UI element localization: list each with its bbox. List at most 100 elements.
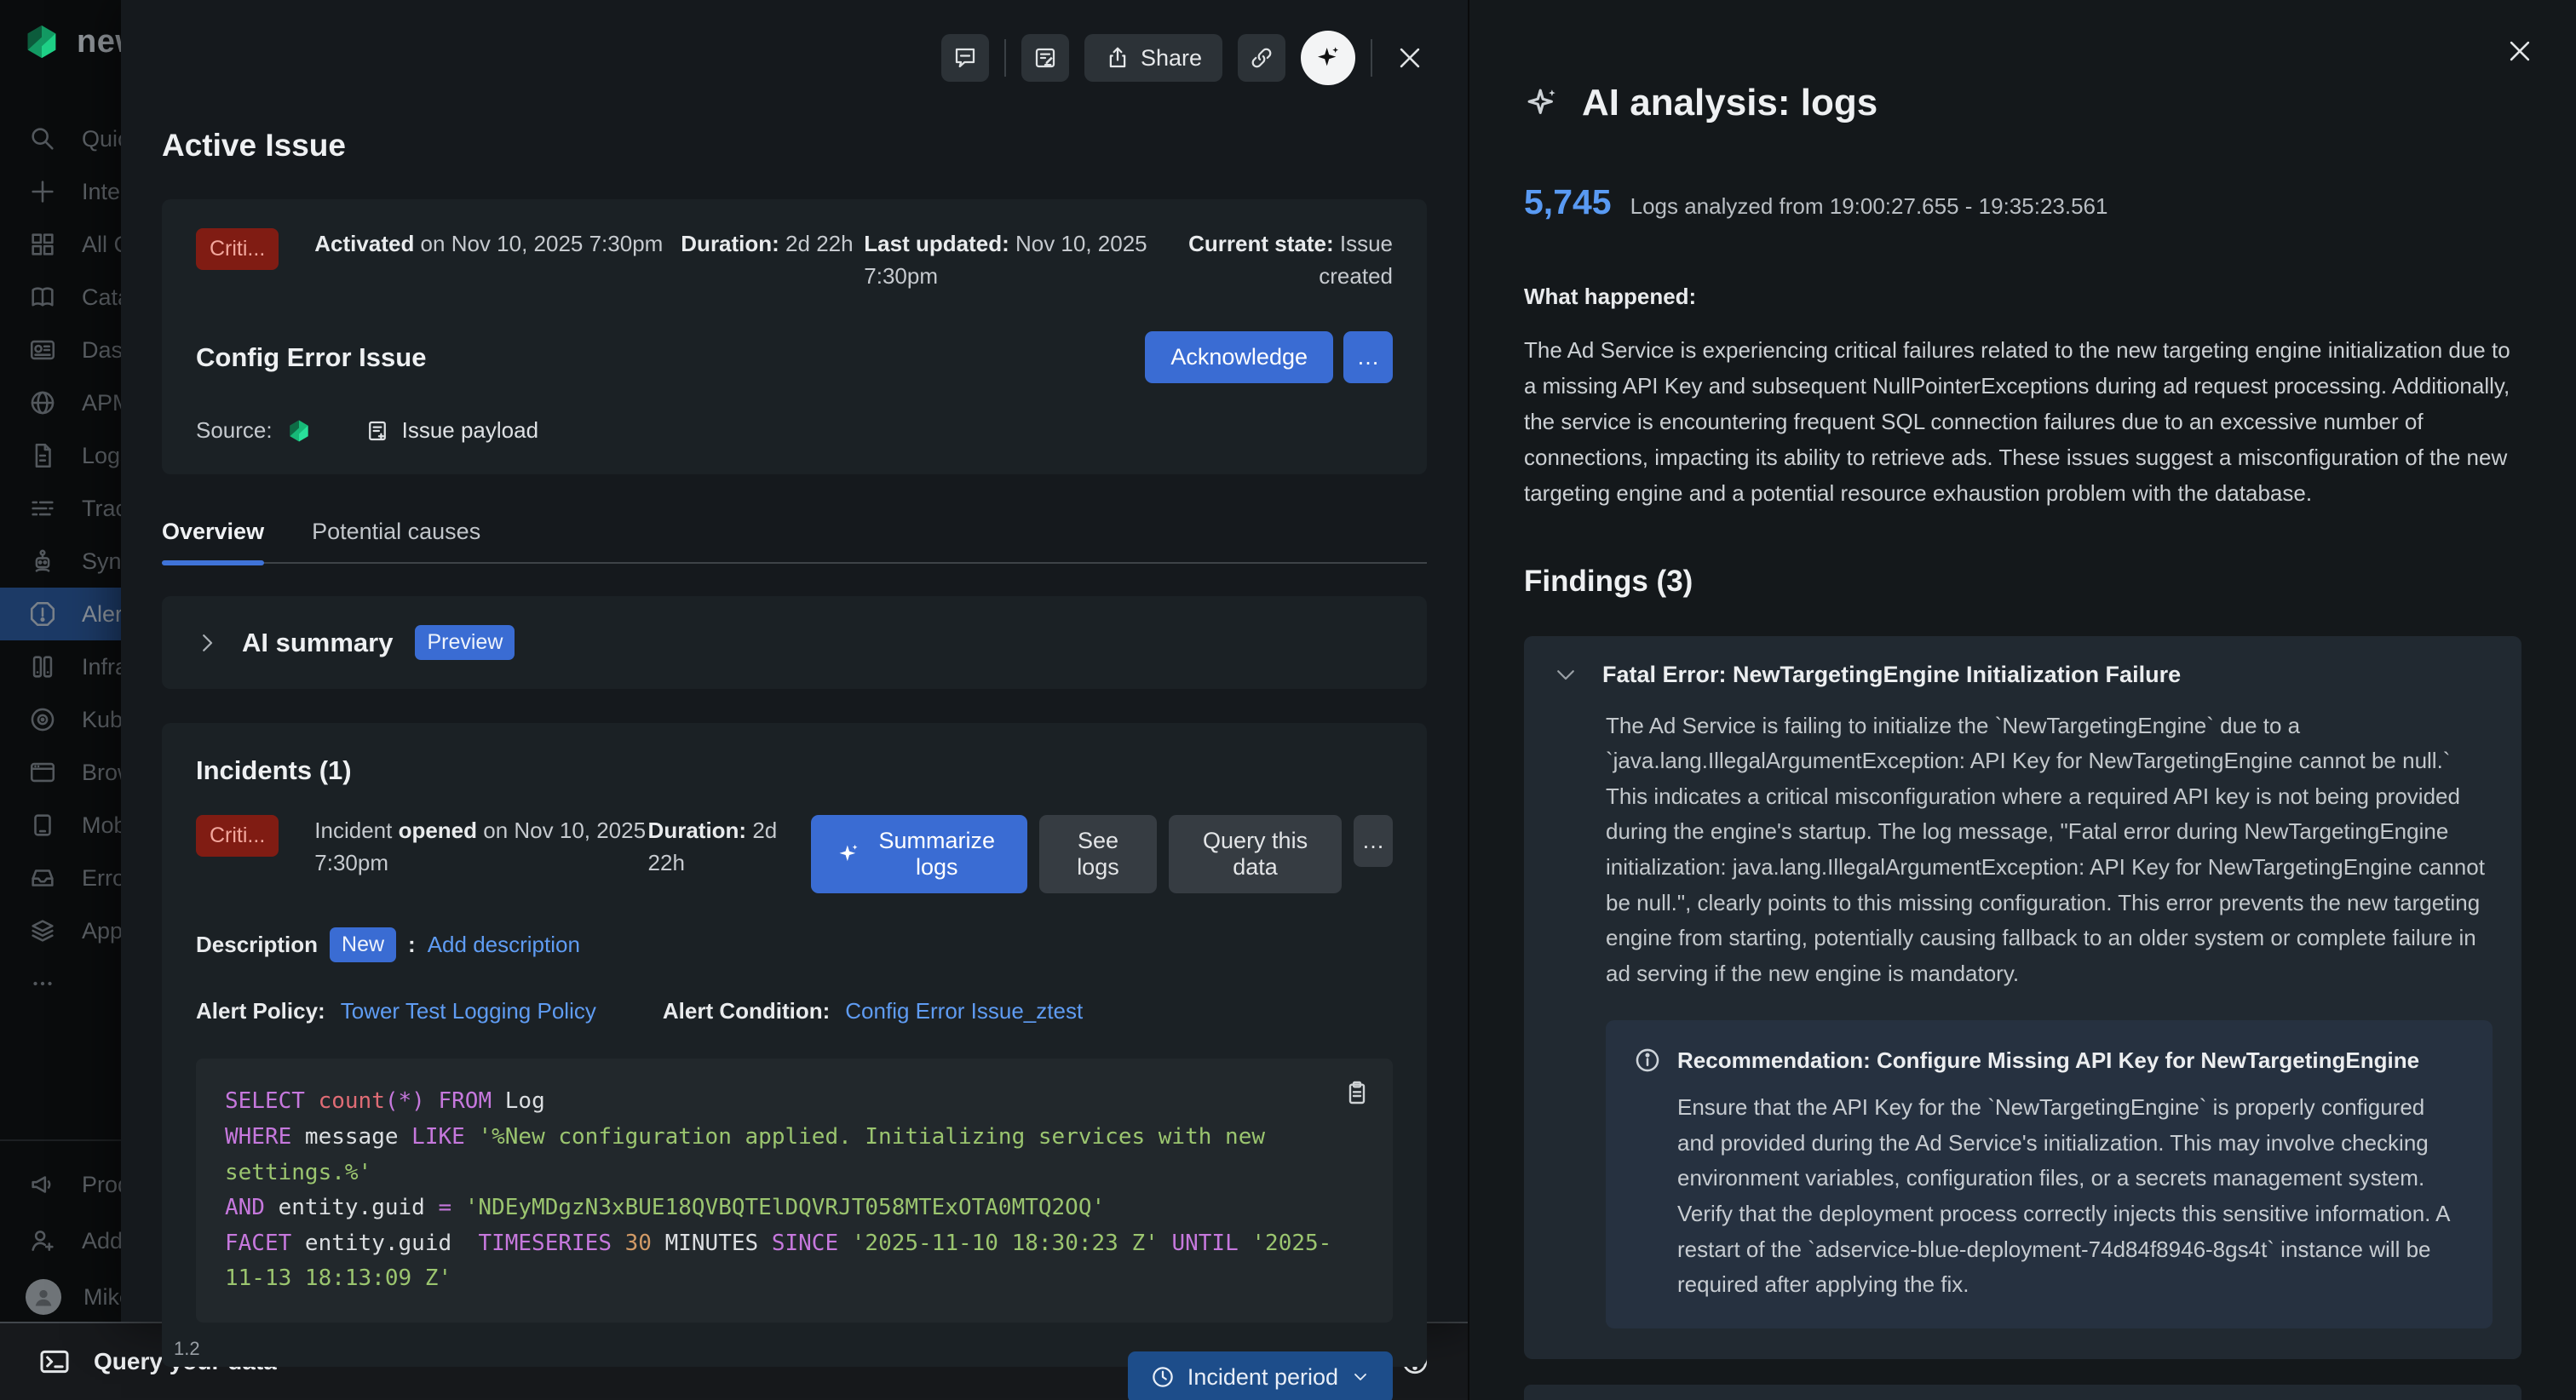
query-token — [465, 1124, 479, 1150]
search-icon — [26, 122, 60, 156]
query-token: entity.guid — [291, 1231, 478, 1256]
incident-more-button[interactable]: … — [1354, 815, 1393, 867]
query-token: '2025-11-10 18:30:23 Z' — [852, 1231, 1159, 1256]
megaphone-icon — [26, 1168, 60, 1202]
query-token: TIMESERIES — [478, 1231, 624, 1256]
notes-button[interactable] — [1021, 34, 1069, 82]
chevron-down-icon — [1553, 662, 1578, 687]
preview-badge: Preview — [415, 625, 515, 660]
ai-assistant-button[interactable] — [1301, 31, 1355, 85]
copy-query-icon[interactable] — [1343, 1079, 1371, 1106]
info-icon — [1633, 1046, 1662, 1075]
mobile-icon — [26, 808, 60, 842]
finding-collapsed[interactable]: NullPointerException during Ad Request P… — [1524, 1385, 2521, 1400]
query-token: SELECT — [225, 1088, 319, 1114]
book-icon — [26, 280, 60, 314]
dashboard-icon — [26, 333, 60, 367]
incident-opened-field: Incident opened on Nov 10, 2025 7:30pm — [314, 815, 647, 879]
finding-header[interactable]: Fatal Error: NewTargetingEngine Initiali… — [1553, 662, 2493, 688]
issue-more-button[interactable]: … — [1343, 331, 1393, 383]
infrastructure-icon — [26, 650, 60, 684]
modal-toolbar: Share — [941, 31, 1432, 85]
nrql-query: SELECT count(*) FROM Log WHERE message L… — [225, 1084, 1364, 1297]
query-this-data-button[interactable]: Query this data — [1169, 815, 1342, 893]
share-button[interactable]: Share — [1084, 34, 1222, 82]
active-issue-modal: Share Active Issue Criti... Activated on… — [121, 0, 1468, 1322]
incident-severity-badge: Criti... — [196, 815, 279, 857]
recommendation-box: Recommendation: Configure Missing API Ke… — [1606, 1020, 2493, 1328]
colon: : — [408, 932, 416, 958]
clock-icon — [1150, 1364, 1176, 1390]
query-token: SINCE — [772, 1231, 838, 1256]
incident-period-button[interactable]: Incident period — [1128, 1351, 1393, 1400]
ai-summary-title: AI summary — [242, 628, 393, 658]
query-token: AND — [225, 1195, 265, 1220]
alert-policy-link[interactable]: Tower Test Logging Policy — [341, 998, 596, 1024]
alert-policy-label: Alert Policy: — [196, 998, 325, 1024]
sparkle-icon — [1524, 85, 1560, 121]
sparkle-icon — [1314, 44, 1342, 72]
description-label: Description — [196, 932, 318, 958]
source-new-relic-icon — [286, 418, 312, 444]
recommendation-title: Recommendation: Configure Missing API Ke… — [1677, 1047, 2419, 1074]
query-token: count — [319, 1088, 385, 1114]
query-token — [1239, 1231, 1252, 1256]
comment-icon — [952, 45, 978, 71]
recommendation-body: Ensure that the API Key for the `NewTarg… — [1677, 1090, 2465, 1303]
current-state-field: Current state: Issue created — [1187, 228, 1393, 292]
page-title: Active Issue — [162, 128, 1427, 164]
finding-title: Fatal Error: NewTargetingEngine Initiali… — [1602, 662, 2181, 688]
query-token: entity.guid — [265, 1195, 439, 1220]
copy-link-button[interactable] — [1238, 34, 1285, 82]
close-icon — [1395, 43, 1424, 72]
kubernetes-icon — [26, 703, 60, 737]
see-logs-button[interactable]: See logs — [1039, 815, 1157, 893]
tab-potential-causes[interactable]: Potential causes — [312, 519, 480, 562]
incidents-heading: Incidents (1) — [196, 755, 1393, 786]
terminal-icon — [37, 1345, 72, 1379]
close-icon — [2505, 37, 2534, 66]
avatar-icon — [26, 1279, 61, 1315]
new-relic-logo-icon — [22, 22, 61, 61]
ai-summary-expander[interactable]: AI summary Preview — [162, 596, 1427, 689]
query-token — [425, 1088, 439, 1114]
issue-payload-button[interactable]: Issue payload — [365, 417, 538, 444]
alert-condition-link[interactable]: Config Error Issue_ztest — [845, 998, 1083, 1024]
ellipsis-icon — [26, 967, 60, 1001]
query-token: MINUTES — [652, 1231, 772, 1256]
sparkle-icon — [837, 842, 860, 866]
traces-icon — [26, 491, 60, 525]
inbox-icon — [26, 861, 60, 895]
query-token: FACET — [225, 1231, 291, 1256]
activated-field: Activated on Nov 10, 2025 7:30pm — [314, 228, 681, 261]
robot-icon — [26, 544, 60, 578]
summarize-logs-button[interactable]: Summarize logs — [811, 815, 1027, 893]
plus-icon — [26, 175, 60, 209]
incidents-card: Incidents (1) Criti... Incident opened o… — [162, 723, 1427, 1367]
query-token — [838, 1231, 852, 1256]
acknowledge-button[interactable]: Acknowledge — [1145, 331, 1333, 383]
query-token: 30 — [625, 1231, 652, 1256]
findings-heading: Findings (3) — [1524, 565, 2521, 599]
collapsed-findings: NullPointerException during Ad Request P… — [1524, 1385, 2521, 1400]
modal-close-button[interactable] — [1388, 36, 1432, 80]
issue-tabs: Overview Potential causes — [162, 519, 1427, 564]
browser-icon — [26, 755, 60, 789]
chevron-right-icon — [194, 630, 220, 656]
ai-panel-close-button[interactable] — [2498, 29, 2542, 73]
ai-panel-title: AI analysis: logs — [1582, 82, 1877, 124]
comment-button[interactable] — [941, 34, 989, 82]
query-token — [1159, 1231, 1172, 1256]
what-happened-body: The Ad Service is experiencing critical … — [1524, 332, 2521, 512]
alert-icon — [26, 597, 60, 631]
query-token: Log — [492, 1088, 545, 1114]
what-happened-label: What happened: — [1524, 284, 2521, 310]
share-icon — [1105, 45, 1130, 71]
ai-analysis-panel: AI analysis: logs 5,745 Logs analyzed fr… — [1468, 0, 2576, 1400]
toolbar-divider — [1004, 39, 1006, 77]
query-token: FROM — [438, 1088, 492, 1114]
query-token: = — [438, 1195, 464, 1220]
add-description-link[interactable]: Add description — [428, 932, 580, 958]
tab-overview[interactable]: Overview — [162, 519, 264, 562]
incident-duration-field: Duration: 2d 22h — [648, 815, 811, 879]
